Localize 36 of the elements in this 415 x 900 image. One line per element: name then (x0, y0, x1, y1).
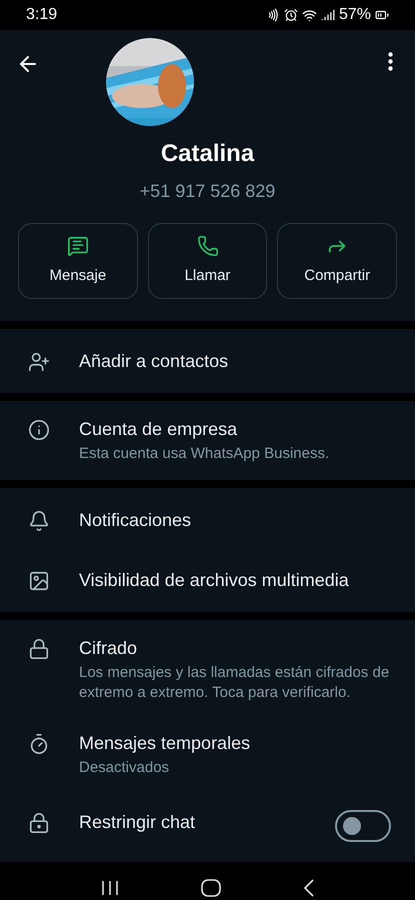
item-subtitle: Desactivados (79, 758, 170, 778)
alarm-icon (284, 8, 298, 22)
item-title: Restringir chat (79, 811, 196, 834)
item-subtitle: Los mensajes y las llamadas están cifrados de extremo a extremo. Toca para verificarlo. (79, 663, 390, 703)
item-title: Añadir a contactos (79, 350, 230, 373)
item-title: Cuenta de empresa (79, 418, 238, 441)
contact-phone: +51 917 526 829 (140, 180, 276, 203)
action-button[interactable]: Llamar (148, 223, 268, 299)
battery-icon (375, 8, 389, 22)
item-subtitle: Esta cuenta usa WhatsApp Business. (79, 444, 330, 464)
back-nav-icon (304, 879, 314, 897)
toggle-switch[interactable] (335, 810, 391, 842)
add-person-icon (28, 351, 50, 373)
lock-icon (28, 638, 50, 660)
action-button[interactable]: Mensaje (18, 223, 138, 299)
home-icon (201, 879, 222, 897)
phone-icon (196, 234, 218, 257)
bell-icon (28, 510, 50, 532)
action-button[interactable]: Compartir (277, 223, 398, 299)
item-title: Mensajes temporales (79, 732, 252, 755)
signal-icon (320, 8, 335, 22)
more-options-icon (388, 52, 393, 71)
info-icon (28, 419, 50, 441)
wifi-icon (302, 8, 317, 22)
status-time: 3:19 (26, 5, 58, 25)
more-options-button[interactable] (388, 52, 393, 71)
item-title: Notificaciones (79, 509, 192, 532)
timer-icon (28, 733, 50, 755)
battery-percent: 57% (338, 5, 371, 25)
image-icon (28, 570, 50, 592)
contact-name: Catalina (160, 139, 254, 169)
recent-apps-icon (101, 880, 120, 896)
message-icon (66, 234, 89, 257)
item-title: Visibilidad de archivos multimedia (79, 569, 350, 592)
lock-icon (28, 812, 50, 834)
item-title: Cifrado (79, 637, 138, 660)
